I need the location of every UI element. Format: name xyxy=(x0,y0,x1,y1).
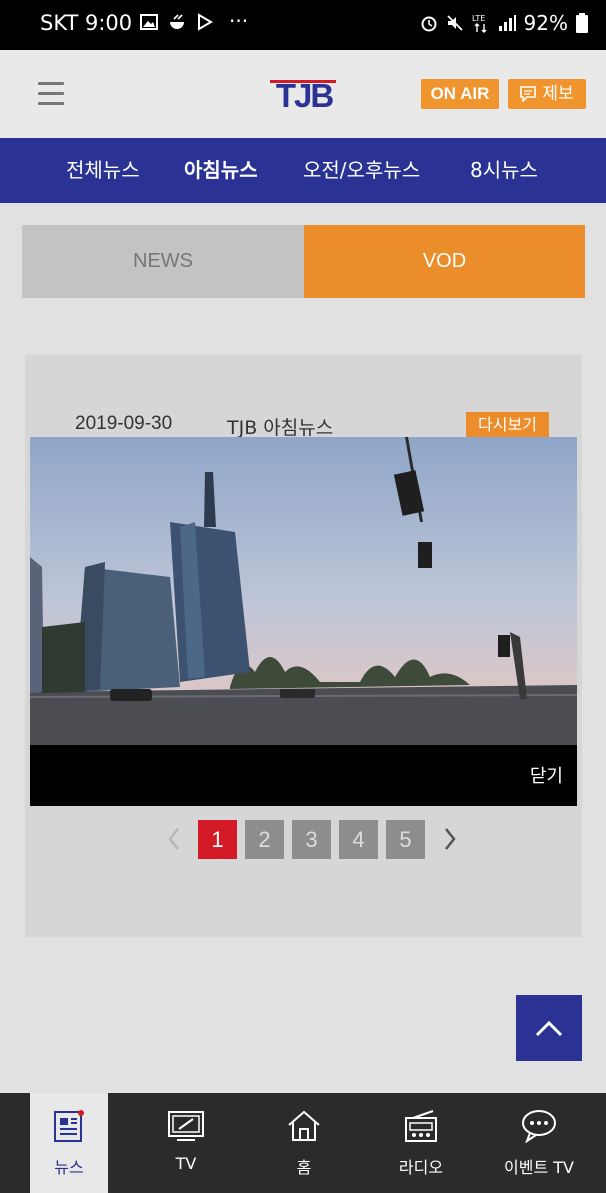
nav-item-morning-news[interactable]: 아침뉴스 xyxy=(184,138,258,203)
on-air-button[interactable]: ON AIR xyxy=(421,79,499,109)
speech-bubble-icon xyxy=(522,1110,556,1143)
menu-icon[interactable] xyxy=(38,82,64,106)
battery-icon xyxy=(576,13,588,33)
page-5-button[interactable]: 5 xyxy=(386,820,425,859)
carrier-time: SKT 9:00 xyxy=(40,11,133,35)
home-icon xyxy=(288,1110,320,1141)
replay-button[interactable]: 다시보기 xyxy=(466,412,549,438)
nav-item-am-pm-news[interactable]: 오전/오후뉴스 xyxy=(303,138,420,203)
report-label: 제보 xyxy=(542,84,574,104)
lte-icon: LTE xyxy=(472,14,487,33)
status-right: LTE 92% xyxy=(420,11,588,35)
mute-icon xyxy=(446,15,463,31)
nav-item-all-news[interactable]: 전체뉴스 xyxy=(66,138,140,203)
newspaper-icon xyxy=(54,1110,84,1142)
page-1-button[interactable]: 1 xyxy=(198,820,237,859)
tjb-logo[interactable]: TJB xyxy=(268,77,340,111)
bottom-nav: 뉴스 TV 홈 라디오 이벤트 TV xyxy=(0,1093,606,1193)
chat-bubble-icon xyxy=(520,86,537,102)
bottom-nav-label: 라디오 xyxy=(398,1158,444,1177)
bottom-nav-label: TV xyxy=(175,1154,197,1173)
bottom-nav-label: 뉴스 xyxy=(54,1158,84,1177)
bottom-nav-home[interactable]: 홈 xyxy=(264,1093,344,1193)
status-bar: SKT 9:00 ··· LTE 92% xyxy=(0,0,606,50)
nav-item-8pm-news[interactable]: 8시뉴스 xyxy=(470,138,538,203)
program-name: TJB 아침뉴스 xyxy=(227,417,334,439)
tab-news[interactable]: NEWS xyxy=(22,225,304,298)
page-2-button[interactable]: 2 xyxy=(245,820,284,859)
video-player[interactable] xyxy=(30,437,577,745)
gallery-notification-icon xyxy=(140,14,158,30)
radio-icon xyxy=(405,1110,437,1142)
bottom-nav-event-tv[interactable]: 이벤트 TV xyxy=(494,1093,584,1193)
page-4-button[interactable]: 4 xyxy=(339,820,378,859)
next-page-icon[interactable] xyxy=(441,826,459,852)
video-control-bar: 닫기 xyxy=(30,745,577,806)
svg-text:LTE: LTE xyxy=(472,14,485,23)
report-button[interactable]: 제보 xyxy=(508,79,586,109)
play-store-notification-icon xyxy=(198,13,213,31)
more-notifications: ··· xyxy=(229,9,249,33)
tv-icon xyxy=(168,1111,204,1141)
signal-icon xyxy=(498,15,516,31)
page-3-button[interactable]: 3 xyxy=(292,820,331,859)
tab-vod[interactable]: VOD xyxy=(304,225,585,298)
vod-card: 2019-09-30 TJB 아침뉴스 다시보기 닫기 1 2 3 4 5 xyxy=(25,355,582,937)
app-header: TJB ON AIR 제보 xyxy=(0,50,606,138)
prev-page-icon[interactable] xyxy=(165,826,183,852)
broadcast-date: 2019-09-30 xyxy=(75,413,173,434)
battery-percent: 92% xyxy=(523,11,568,35)
bottom-nav-label: 홈 xyxy=(296,1158,312,1177)
bottom-nav-radio[interactable]: 라디오 xyxy=(380,1093,462,1193)
scroll-to-top-button[interactable] xyxy=(516,995,582,1061)
chevron-up-icon xyxy=(535,1020,563,1037)
food-notification-icon xyxy=(170,14,184,29)
bottom-nav-tv[interactable]: TV xyxy=(146,1093,226,1193)
video-frame-image xyxy=(30,437,577,745)
alarm-icon xyxy=(421,16,437,32)
pagination: 1 2 3 4 5 xyxy=(25,820,582,860)
bottom-nav-news[interactable]: 뉴스 xyxy=(30,1093,108,1193)
bottom-nav-label: 이벤트 TV xyxy=(504,1158,574,1177)
close-video-button[interactable]: 닫기 xyxy=(530,762,563,788)
news-category-nav: 전체뉴스 아침뉴스 오전/오후뉴스 8시뉴스 xyxy=(0,138,606,203)
